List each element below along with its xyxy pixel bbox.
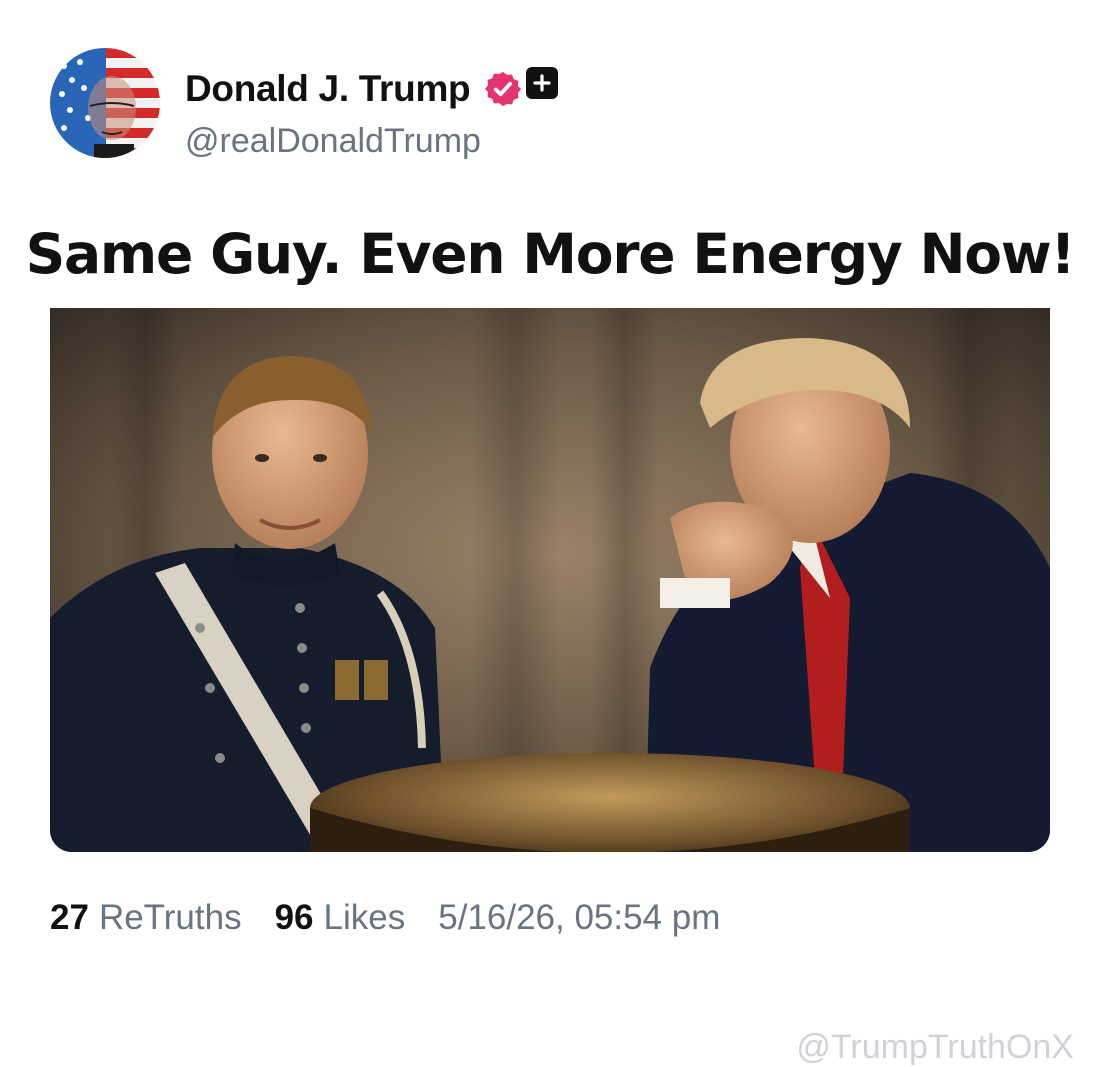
retruths-label[interactable]: ReTruths	[99, 898, 242, 938]
likes-count[interactable]: 96	[275, 898, 314, 938]
watermark: @TrumpTruthOnX	[796, 1028, 1074, 1066]
post-header: Donald J. Trump @realDonaldTrump	[50, 48, 1050, 160]
retruths-count[interactable]: 27	[50, 898, 89, 938]
post-title: Same Guy. Even More Energy Now!	[25, 222, 1076, 286]
post-image[interactable]	[50, 308, 1050, 852]
author-handle[interactable]: @realDonaldTrump	[185, 122, 481, 161]
post-timestamp[interactable]: 5/16/26, 05:54 pm	[438, 898, 720, 938]
verified-badge-icon	[485, 71, 522, 107]
author-display-name[interactable]: Donald J. Trump	[185, 68, 471, 110]
post-stats: 27 ReTruths 96 Likes 5/16/26, 05:54 pm	[50, 898, 720, 948]
plus-square-icon	[526, 67, 559, 99]
avatar[interactable]	[50, 48, 160, 158]
likes-label[interactable]: Likes	[324, 898, 406, 938]
author-name-row: Donald J. Trump	[185, 66, 559, 112]
